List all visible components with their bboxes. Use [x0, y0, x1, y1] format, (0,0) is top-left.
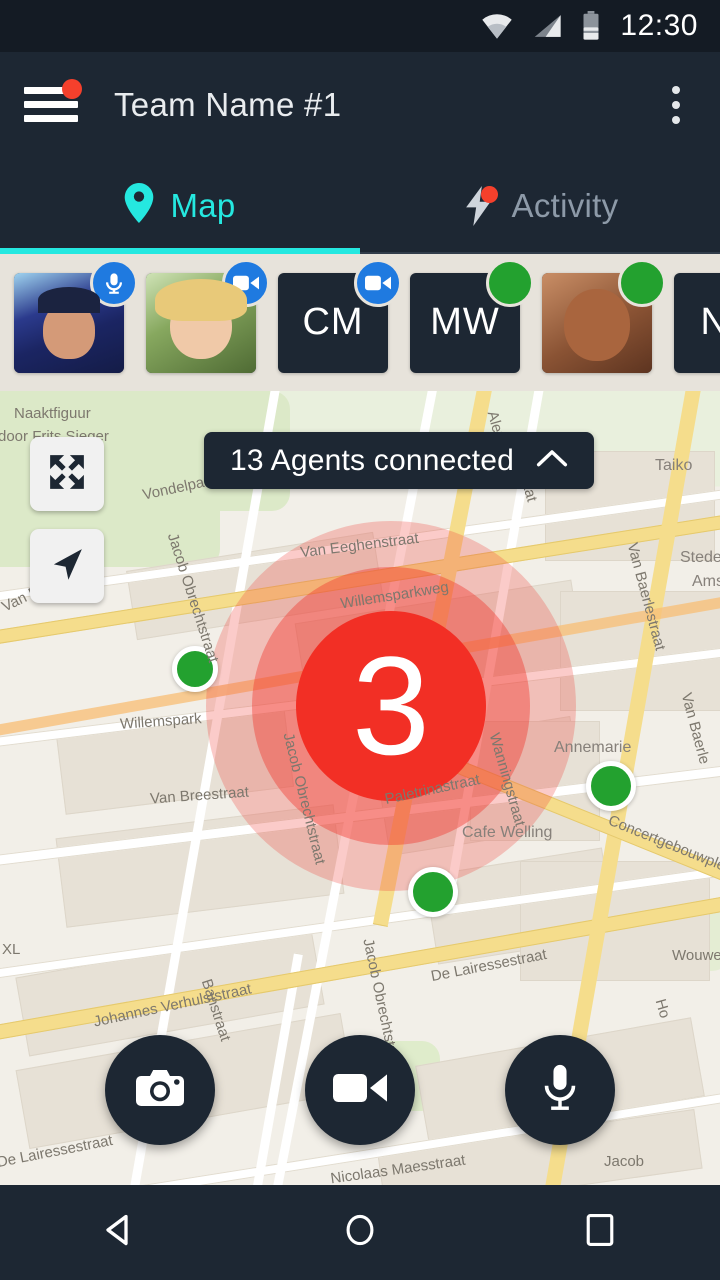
map-label: Wouwer: [672, 947, 720, 964]
agent-marker[interactable]: [586, 761, 636, 811]
recents-button[interactable]: [540, 1185, 660, 1280]
online-status-icon: [486, 258, 534, 307]
page-title: Team Name #1: [114, 85, 342, 123]
wifi-icon: [480, 12, 514, 40]
android-nav-bar: [0, 1185, 720, 1280]
battery-icon: [580, 11, 602, 41]
poi-label: Annemarie: [554, 739, 632, 756]
locate-me-control[interactable]: [30, 529, 104, 603]
poi-label: Ams: [692, 573, 720, 590]
agent-avatar[interactable]: CM: [278, 258, 402, 373]
triangle-back-icon: [102, 1212, 138, 1253]
tab-map-label: Map: [170, 186, 236, 224]
map-view[interactable]: 3 Naaktfiguur door Frits Sieger Vondelpa…: [0, 391, 720, 1185]
overflow-dot-2: [672, 100, 680, 109]
status-clock: 12:30: [620, 9, 698, 42]
chevron-up-icon: [536, 448, 568, 473]
map-label: XL: [2, 941, 21, 958]
menu-line-2: [24, 100, 78, 108]
avatar-initials: MW: [430, 301, 500, 343]
circle-home-icon: [343, 1213, 377, 1252]
tab-map[interactable]: Map: [0, 157, 360, 254]
avatar-photo: [146, 272, 256, 373]
avatar: NR: [674, 272, 720, 373]
agent-avatar[interactable]: [542, 258, 666, 373]
poi-label: Taiko: [655, 457, 693, 474]
video-camera-icon: [333, 1070, 387, 1111]
back-button[interactable]: [60, 1185, 180, 1280]
tab-bar: Map Activity: [0, 157, 720, 254]
overflow-dot-1: [672, 85, 680, 94]
avatar: [146, 272, 256, 373]
agent-avatar[interactable]: [146, 258, 270, 373]
agent-marker[interactable]: [408, 867, 458, 917]
avatar-initials: CM: [302, 301, 364, 343]
agents-avatar-strip[interactable]: CM MW NR: [0, 254, 720, 391]
microphone-fab[interactable]: [505, 1035, 615, 1145]
expand-map-control[interactable]: [30, 437, 104, 511]
poi-label: Cafe Welling: [462, 824, 553, 841]
map-pin-icon: [124, 183, 154, 228]
tab-activity[interactable]: Activity: [360, 157, 720, 254]
camera-fab[interactable]: [105, 1035, 215, 1145]
tab-activity-label: Activity: [511, 186, 619, 224]
overflow-menu-icon[interactable]: [654, 77, 698, 133]
map-label: Jacob: [604, 1153, 645, 1170]
online-status-icon: [618, 258, 666, 307]
menu-notification-badge: [62, 78, 82, 99]
video-fab[interactable]: [305, 1035, 415, 1145]
agents-connected-banner[interactable]: 13 Agents connected: [204, 432, 595, 489]
menu-line-1: [24, 86, 64, 94]
avatar-initials: NR: [700, 301, 720, 343]
lightning-bolt-icon: [462, 185, 498, 226]
cellular-signal-icon: [532, 12, 562, 40]
agent-avatar[interactable]: [14, 258, 138, 373]
camera-icon: [134, 1066, 186, 1115]
video-camera-icon: [354, 258, 402, 307]
app-bar: Team Name #1: [0, 52, 720, 157]
navigation-arrow-icon: [46, 543, 88, 590]
agent-avatar[interactable]: NR: [674, 272, 720, 373]
expand-arrows-icon: [44, 449, 90, 500]
agent-avatar[interactable]: MW: [410, 258, 534, 373]
microphone-icon: [540, 1063, 580, 1118]
activity-notification-badge: [480, 185, 498, 203]
status-bar: 12:30: [0, 0, 720, 52]
menu-line-3: [24, 114, 78, 122]
square-recents-icon: [585, 1213, 615, 1252]
map-label: Naaktfiguur: [14, 405, 91, 422]
hamburger-menu-icon[interactable]: [24, 78, 82, 127]
cluster-count-label: 3: [352, 627, 430, 784]
overflow-dot-3: [672, 115, 680, 124]
poi-label: Stedelij: [680, 549, 720, 566]
home-button[interactable]: [300, 1185, 420, 1280]
agents-connected-label: 13 Agents connected: [230, 443, 515, 477]
